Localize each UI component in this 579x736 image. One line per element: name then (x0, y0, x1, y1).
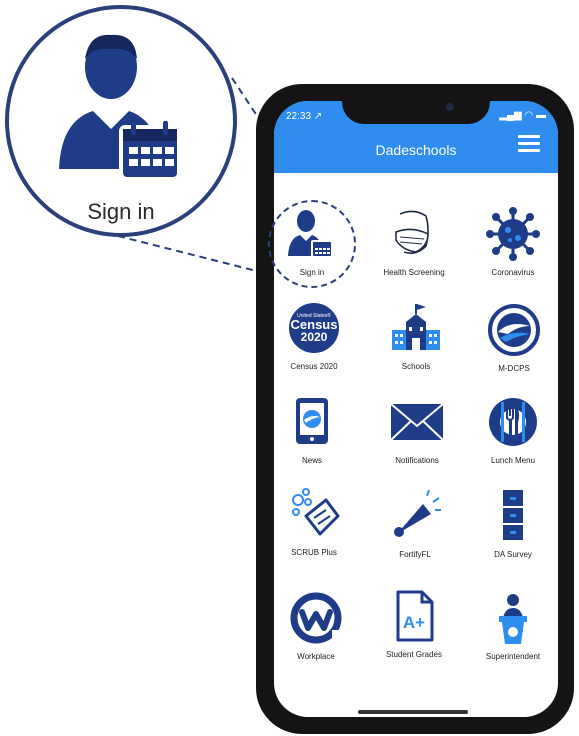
svg-text:2020: 2020 (301, 330, 328, 344)
app-tile-label: Coronavirus (491, 268, 535, 277)
scrub-bubbles-icon (292, 488, 340, 536)
filing-cabinet-icon (503, 490, 523, 540)
grade-a-plus-icon: A+ (396, 590, 434, 642)
tablet-news-icon (296, 398, 328, 444)
phone-notch (342, 84, 490, 124)
app-tile-label: Census 2020 (290, 362, 338, 371)
fork-knife-icon (489, 398, 537, 446)
app-tile-label: Student Grades (385, 650, 443, 659)
hamburger-menu-icon[interactable] (518, 135, 540, 153)
app-tile-label: SCRUB Plus (291, 548, 337, 557)
virus-icon (486, 207, 540, 261)
app-tile-workplace[interactable]: Workplace (270, 590, 362, 676)
app-tile-label: DA Survey (494, 550, 532, 559)
app-tile-news[interactable]: News (266, 394, 358, 480)
zoom-label: Sign in (87, 199, 155, 224)
home-indicator (358, 710, 468, 714)
user-calendar-icon (59, 34, 181, 181)
sign-in-zoom-callout: Sign in (5, 5, 237, 237)
front-camera (446, 103, 454, 111)
envelope-icon (390, 403, 444, 441)
app-tile-label: Schools (401, 362, 431, 371)
app-tile-census[interactable]: United States® Census 2020 Census 2020 (268, 300, 360, 386)
app-title: Dadeschools (375, 142, 457, 158)
app-tile-superintendent[interactable]: Superintendent (467, 590, 559, 676)
app-tile-label: FortifyFL (399, 550, 431, 559)
svg-text:A+: A+ (403, 613, 425, 632)
app-tile-scrub-plus[interactable]: SCRUB Plus (268, 486, 360, 572)
app-tile-label: Superintendent (485, 652, 541, 661)
app-tile-label: Notifications (395, 456, 439, 465)
app-tile-student-grades[interactable]: A+ Student Grades (368, 588, 460, 674)
app-tile-label: Workplace (297, 652, 335, 661)
app-tile-label: Lunch Menu (490, 456, 536, 465)
app-tile-lunch-menu[interactable]: Lunch Menu (467, 394, 559, 480)
app-tile-schools[interactable]: Schools (370, 300, 462, 386)
census-badge-icon: United States® Census 2020 (289, 303, 339, 353)
status-time: 22:33 ↗ (286, 111, 323, 122)
podium-speaker-icon (499, 594, 527, 644)
app-tile-coronavirus[interactable]: Coronavirus (467, 206, 559, 292)
face-mask-icon (395, 210, 429, 254)
megaphone-icon (394, 489, 441, 537)
sign-in-highlight-ring (268, 200, 356, 288)
app-tile-mdcps[interactable]: M-DCPS (468, 302, 560, 388)
app-tile-health-screening[interactable]: Health Screening (368, 206, 460, 292)
app-tile-label: M-DCPS (498, 364, 530, 373)
status-icons: ▂▄▆ ◠ ▬ (499, 110, 546, 121)
app-tile-notifications[interactable]: Notifications (371, 394, 463, 480)
school-building-icon (392, 304, 440, 350)
app-tile-da-survey[interactable]: DA Survey (467, 488, 559, 574)
workplace-logo-icon (290, 592, 342, 644)
mdcps-logo-icon (488, 304, 540, 356)
app-tile-label: Health Screening (383, 268, 445, 277)
app-tile-fortifyfl[interactable]: FortifyFL (369, 488, 461, 574)
app-tile-label: News (301, 456, 322, 465)
